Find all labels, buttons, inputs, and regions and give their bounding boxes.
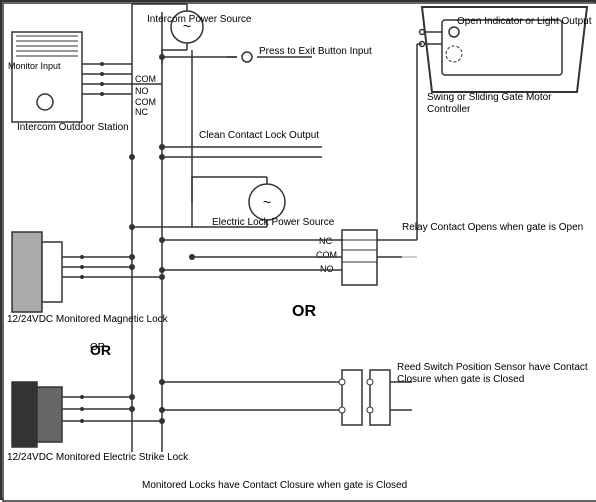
intercom-power-label: Intercom Power Source: [147, 14, 252, 26]
svg-text:NC: NC: [319, 236, 332, 246]
open-indicator-label: Open Indicator or Light Output: [457, 16, 592, 28]
svg-text:NO: NO: [320, 264, 334, 274]
clean-contact-label: Clean Contact Lock Output: [199, 130, 319, 142]
monitored-locks-label: Monitored Locks have Contact Closure whe…: [142, 480, 407, 492]
intercom-outdoor-label: Intercom Outdoor Station: [17, 122, 129, 134]
svg-text:COM: COM: [135, 97, 156, 107]
magnetic-lock-label: 12/24VDC Monitored Magnetic Lock: [7, 314, 168, 326]
svg-text:NC: NC: [135, 107, 148, 117]
wiring-diagram: ~ COM NO COM NC: [0, 0, 596, 500]
relay-contact-label: Relay Contact Opens when gate is Open: [402, 222, 583, 234]
or2-label: OR: [292, 302, 316, 321]
svg-text:NO: NO: [135, 86, 149, 96]
svg-text:COM: COM: [316, 250, 337, 260]
press-to-exit-label: Press to Exit Button Input: [259, 46, 372, 58]
monitor-input-label: Monitor Input: [8, 61, 61, 72]
or1-label2: OR: [90, 342, 111, 359]
swing-gate-label: Swing or Sliding Gate Motor Controller: [427, 92, 594, 116]
svg-text:COM: COM: [135, 74, 156, 84]
electric-strike-label: 12/24VDC Monitored Electric Strike Lock: [7, 452, 188, 464]
electric-lock-power-label: Electric Lock Power Source: [212, 217, 334, 229]
svg-text:~: ~: [263, 194, 271, 210]
reed-switch-label: Reed Switch Position Sensor have Contact…: [397, 362, 594, 386]
